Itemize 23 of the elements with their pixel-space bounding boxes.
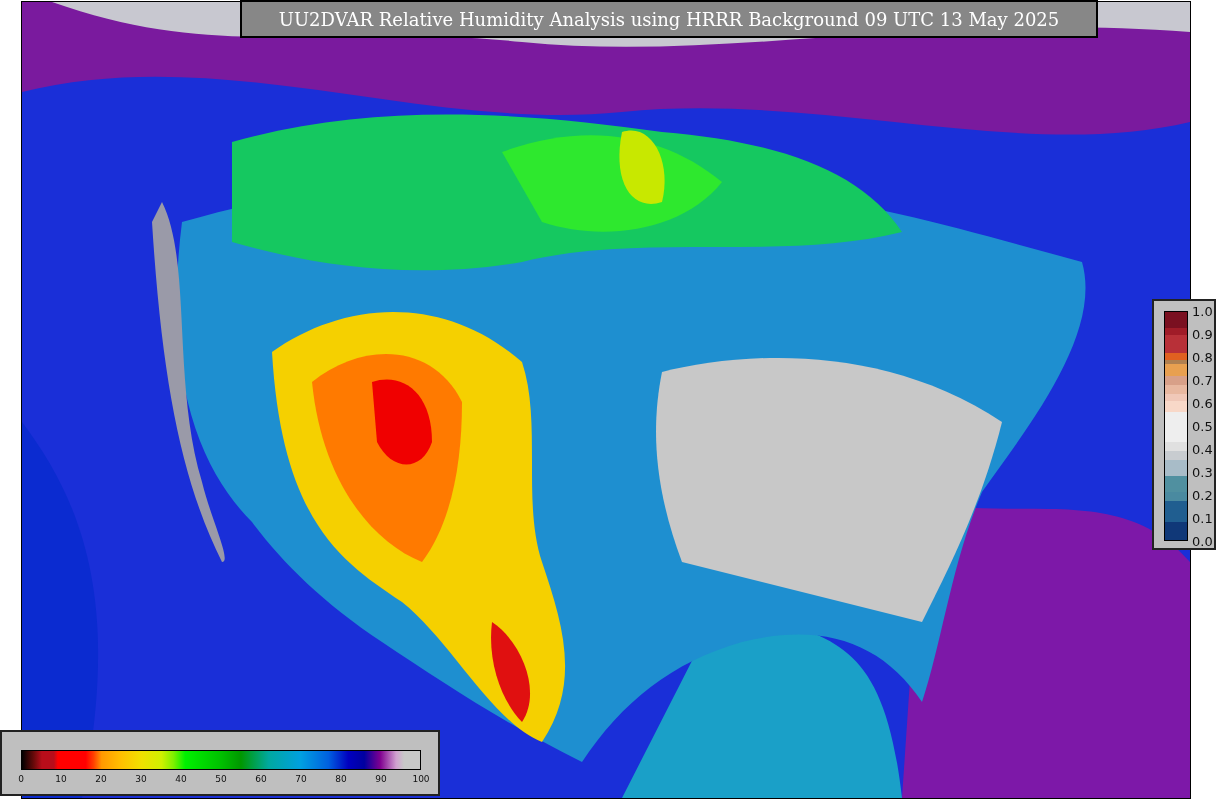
tick-label: 60 <box>255 774 267 784</box>
tick-label: 0 <box>18 774 24 784</box>
tick-label: 10 <box>55 774 67 784</box>
tick-label: 0.9 <box>1192 326 1213 342</box>
tick-label: 40 <box>175 774 187 784</box>
tick-label: 50 <box>215 774 227 784</box>
tick-label: 1.0 <box>1192 303 1213 319</box>
tick-label: 0.6 <box>1192 395 1213 411</box>
tick-label: 0.3 <box>1192 464 1213 480</box>
tick-label: 30 <box>135 774 147 784</box>
tick-label: 0.5 <box>1192 418 1213 434</box>
tick-label: 0.2 <box>1192 487 1213 503</box>
tick-label: 70 <box>295 774 307 784</box>
tick-label: 0.1 <box>1192 510 1213 526</box>
tick-label: 0.4 <box>1192 441 1213 457</box>
tick-label: 100 <box>412 774 430 784</box>
map-title: UU2DVAR Relative Humidity Analysis using HRRR Background 09 UTC 13 May 2025 <box>240 0 1098 38</box>
tick-label: 0.7 <box>1192 372 1213 388</box>
tick-label: 0.8 <box>1192 349 1213 365</box>
tick-label: 20 <box>95 774 107 784</box>
tick-label: 80 <box>335 774 347 784</box>
tick-label: 0.0 <box>1192 533 1213 549</box>
tick-label: 90 <box>375 774 387 784</box>
